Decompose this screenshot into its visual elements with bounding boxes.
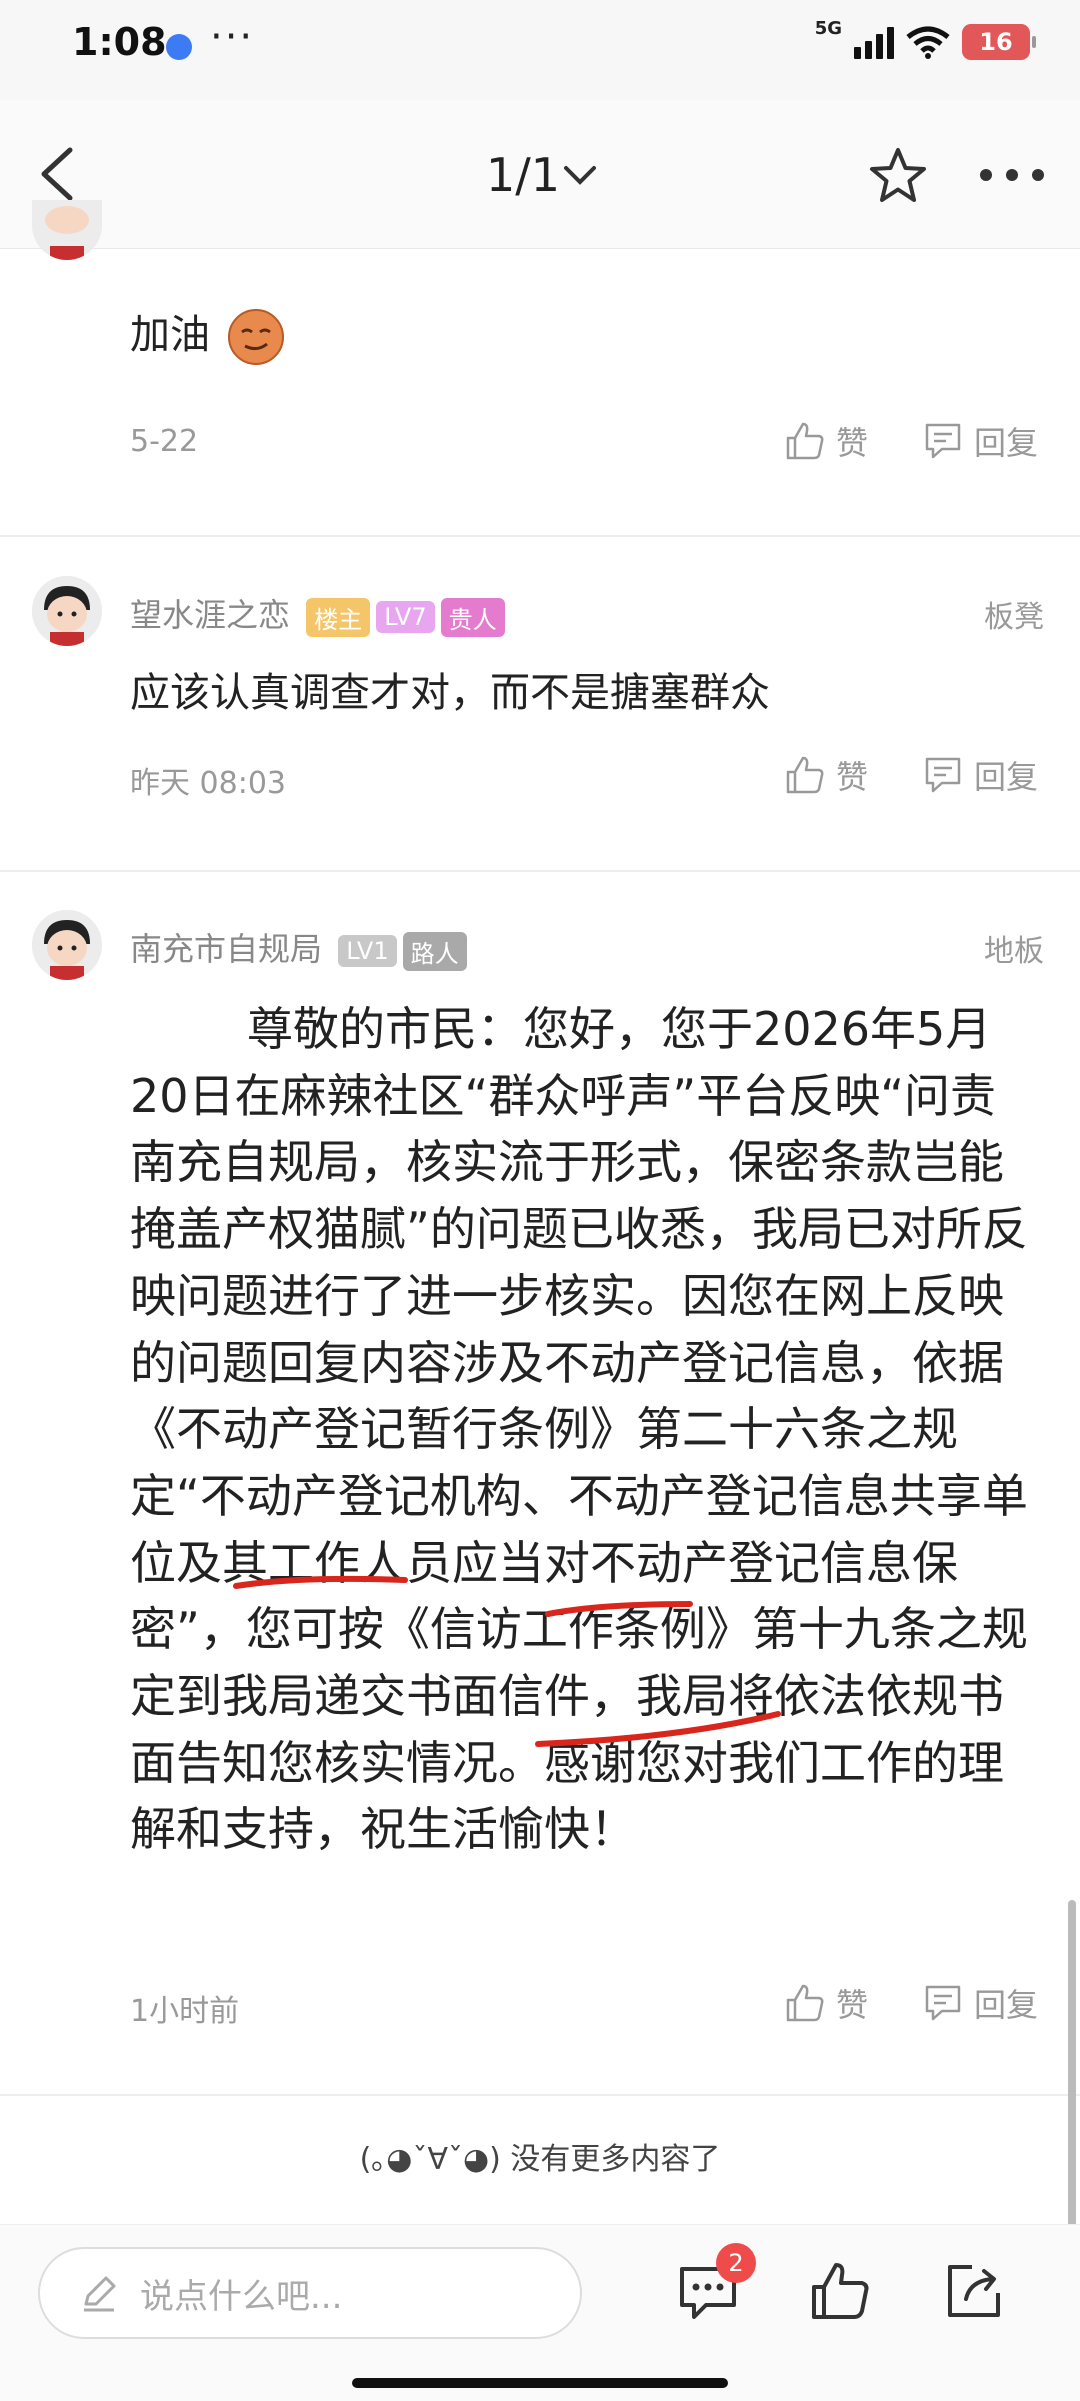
emoji-face-icon xyxy=(227,309,284,365)
reply-button[interactable]: 回复 xyxy=(922,1980,1038,2026)
rank-badge: 路人 xyxy=(402,931,467,971)
like-post-icon[interactable] xyxy=(808,2259,872,2323)
divider xyxy=(0,535,1080,537)
signal-icon xyxy=(854,25,894,59)
status-bar: 1:08 ··· 5G 16 xyxy=(0,0,1080,100)
share-icon[interactable] xyxy=(942,2259,1006,2323)
home-indicator[interactable] xyxy=(352,2378,728,2388)
thumbs-up-icon xyxy=(786,422,824,460)
scrollbar[interactable] xyxy=(1068,1900,1076,2230)
wifi-icon xyxy=(906,26,950,59)
page-indicator[interactable]: 1/1 xyxy=(486,148,560,202)
reply-icon xyxy=(925,423,961,459)
avatar[interactable] xyxy=(32,910,102,980)
reply-label: 回复 xyxy=(974,424,1039,462)
like-label: 赞 xyxy=(836,1986,869,2024)
comment-input[interactable]: 说点什么吧... xyxy=(38,2247,582,2339)
network-type: 5G xyxy=(814,17,842,39)
reply-label: 回复 xyxy=(974,758,1039,796)
reply-icon xyxy=(925,757,961,793)
pencil-icon xyxy=(84,2276,116,2312)
app-notification-icon xyxy=(166,34,192,60)
input-placeholder: 说点什么吧... xyxy=(140,2276,343,2317)
thumbs-up-icon xyxy=(786,756,824,794)
username[interactable]: 望水涯之恋 楼主 LV7 贵人 xyxy=(130,590,505,637)
avatar[interactable] xyxy=(32,200,102,260)
username[interactable]: 南充市自规局 LV1 路人 xyxy=(130,924,467,971)
battery-icon: 16 xyxy=(962,24,1036,60)
top-nav-bar: 1/1 xyxy=(0,100,1080,249)
divider xyxy=(0,2094,1080,2096)
more-notifications-icon: ··· xyxy=(210,14,255,60)
comment-text: 应该认真调查才对，而不是搪塞群众 xyxy=(130,670,770,716)
favorite-star-icon[interactable] xyxy=(866,144,930,208)
comment-date: 昨天 08:03 xyxy=(130,766,286,801)
comment-text: 加油 xyxy=(130,302,285,368)
floor-label: 板凳 xyxy=(984,600,1044,635)
more-options-icon[interactable] xyxy=(976,160,1048,190)
reply-label: 回复 xyxy=(974,1986,1039,2024)
status-indicators: 5G 16 xyxy=(815,18,1036,60)
like-button[interactable]: 赞 xyxy=(784,418,868,464)
status-time: 1:08 xyxy=(72,20,167,64)
comment-date: 1小时前 xyxy=(130,1994,240,2029)
level-badge: LV1 xyxy=(338,935,397,967)
comment-text: 尊敬的市民：您好，您于2026年5月20日在麻辣社区“群众呼声”平台反映“问责南… xyxy=(130,1002,1028,1857)
comment-count-badge: 2 xyxy=(716,2243,756,2283)
floor-label: 地板 xyxy=(984,934,1044,969)
owner-badge: 楼主 xyxy=(306,597,371,637)
thumbs-up-icon xyxy=(786,1984,824,2022)
divider xyxy=(0,870,1080,872)
reply-button[interactable]: 回复 xyxy=(922,752,1038,798)
like-label: 赞 xyxy=(836,758,869,796)
level-badge: LV7 xyxy=(376,601,435,633)
like-button[interactable]: 赞 xyxy=(784,752,868,798)
avatar[interactable] xyxy=(32,576,102,646)
reply-button[interactable]: 回复 xyxy=(922,418,1038,464)
reply-icon xyxy=(925,1985,961,2021)
back-icon[interactable] xyxy=(30,144,90,204)
comment-date: 5-22 xyxy=(130,424,199,459)
chevron-down-icon[interactable] xyxy=(562,160,598,190)
end-of-content-text: (｡◕ˇ∀ˇ◕) 没有更多内容了 xyxy=(359,2142,721,2177)
like-label: 赞 xyxy=(836,424,869,462)
rank-badge: 贵人 xyxy=(440,597,505,637)
like-button[interactable]: 赞 xyxy=(784,1980,868,2026)
comments-button[interactable]: 2 xyxy=(676,2243,756,2325)
bottom-bar: 说点什么吧... 2 xyxy=(0,2224,1080,2401)
